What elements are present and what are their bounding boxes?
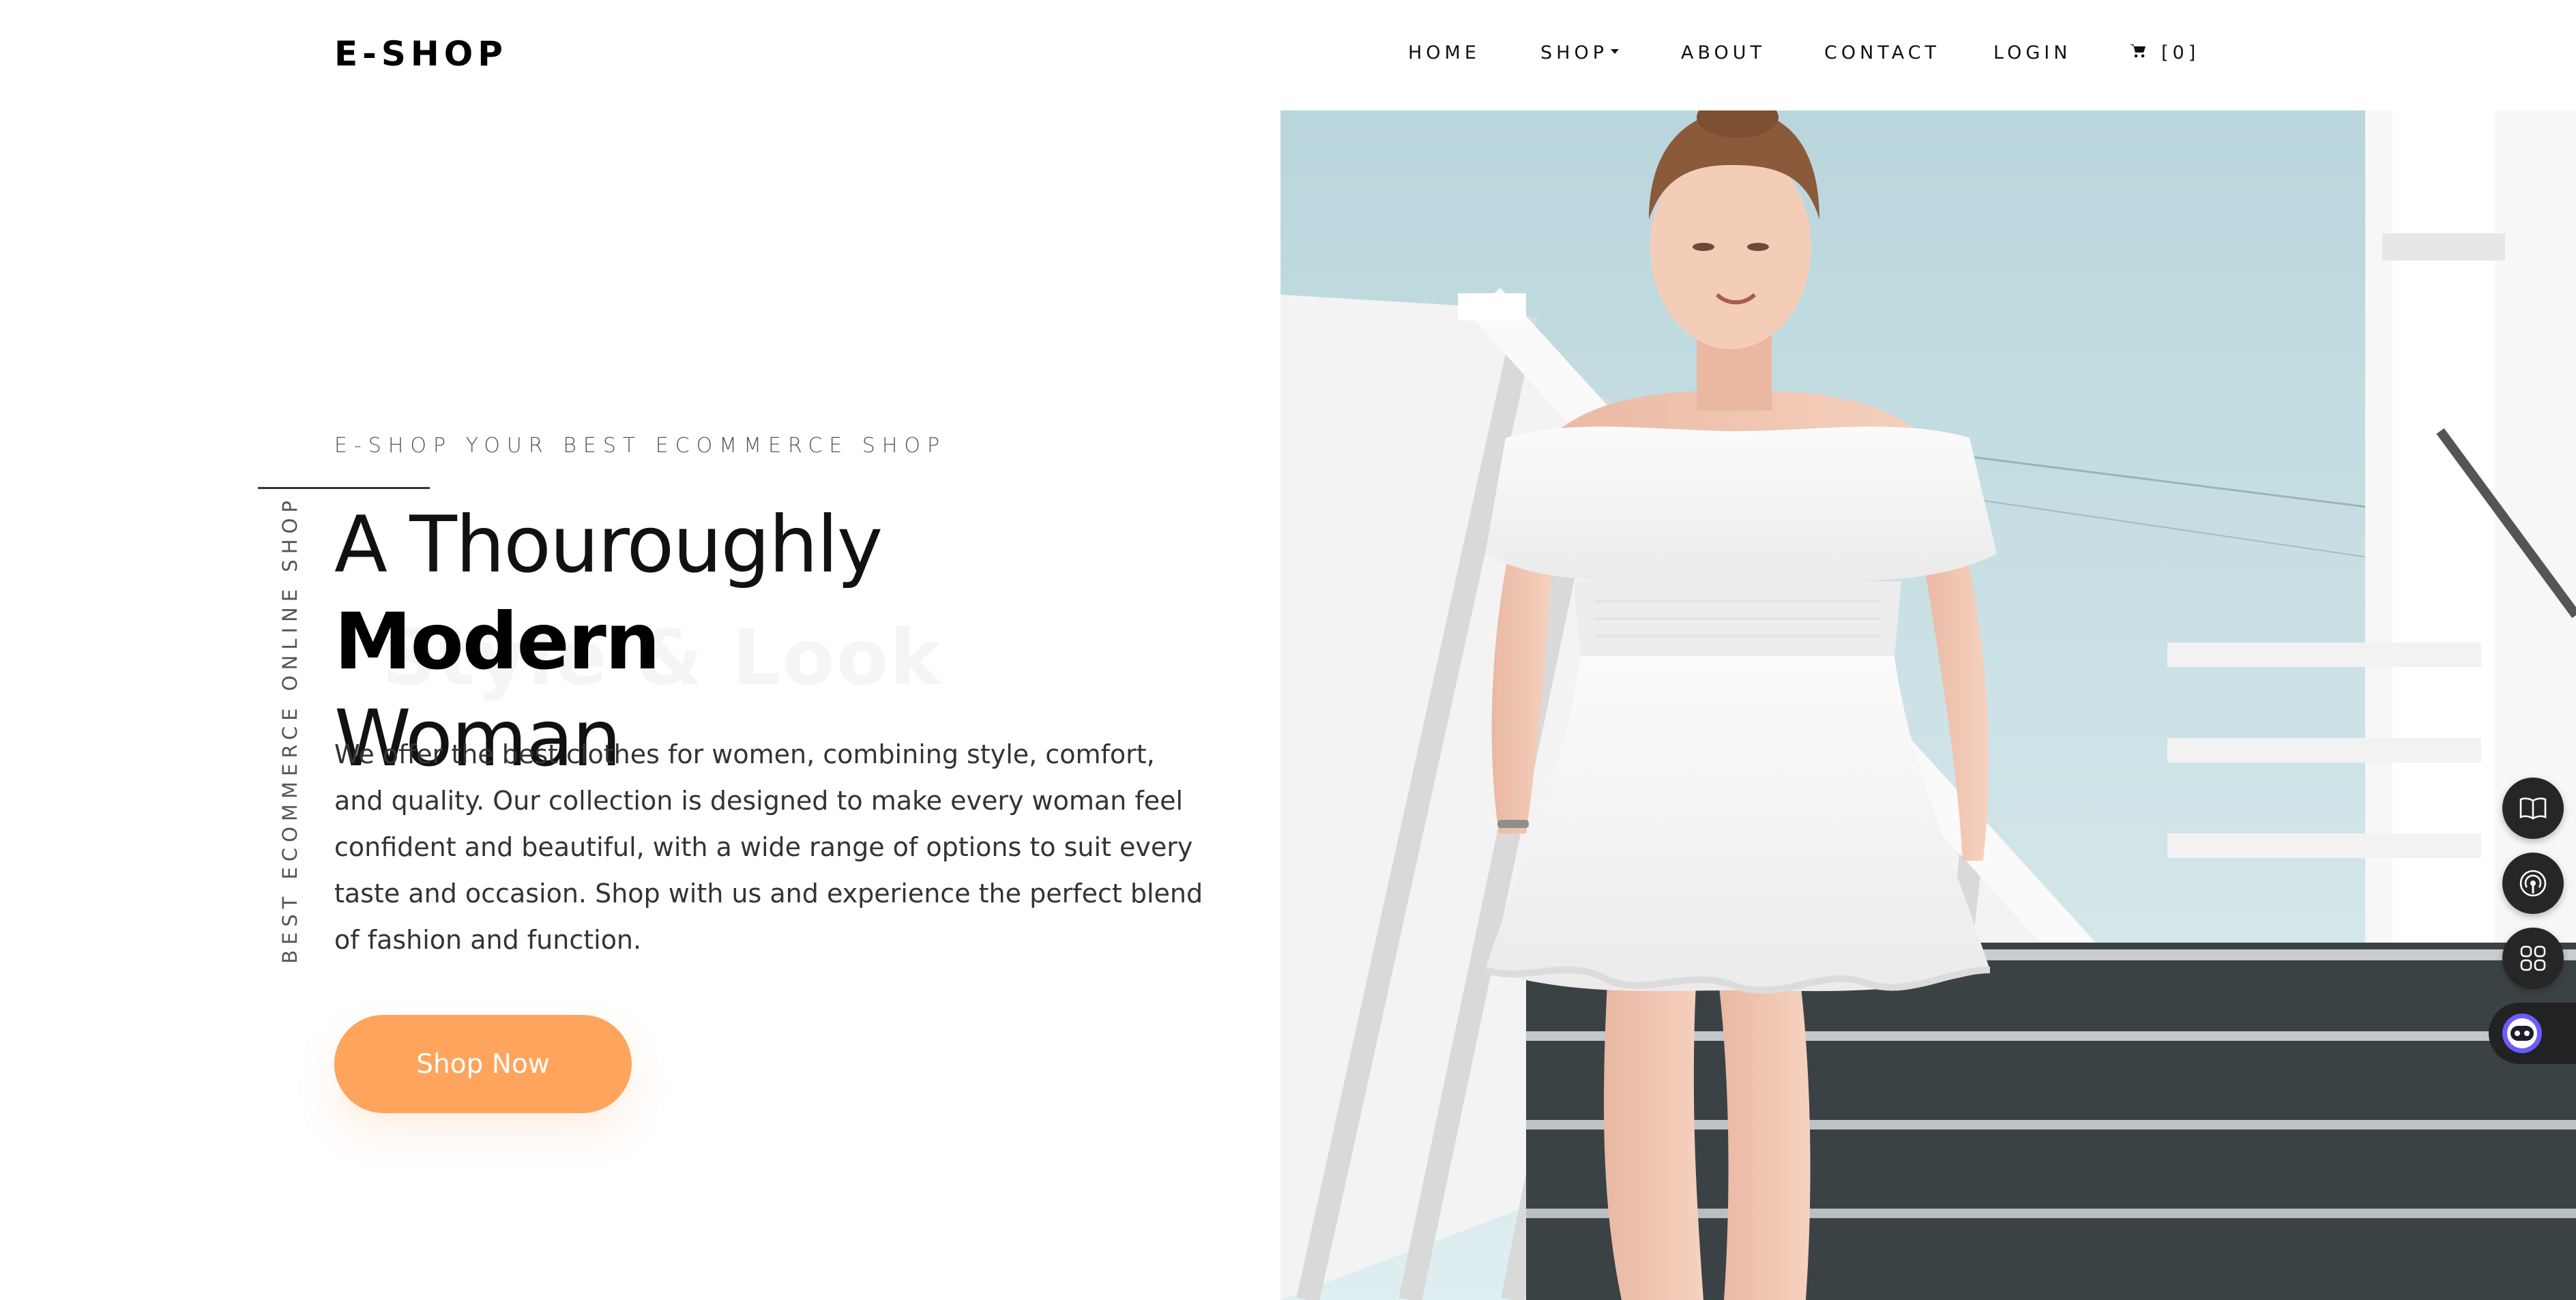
kicker-divider [258,487,430,489]
nav-home[interactable]: HOME [1408,42,1480,63]
nav-about[interactable]: ABOUT [1681,42,1766,63]
grid-icon [2520,945,2546,971]
hero-kicker: E-SHOP YOUR BEST ECOMMERCE SHOP [334,434,947,458]
headline-part1: A Thouroughly [334,499,883,590]
nav-contact[interactable]: CONTACT [1824,42,1940,63]
reader-button[interactable] [2502,778,2564,839]
shop-now-button[interactable]: Shop Now [334,1015,632,1113]
broadcast-button[interactable] [2502,853,2564,914]
vertical-tagline: BEST ECOMMERCE ONLINE SHOP [278,495,302,964]
cart-count: [0] [2161,42,2200,63]
book-icon [2519,797,2547,820]
headline-bold: Modern [334,596,660,687]
hero-image [1280,110,2576,1300]
cart-icon [2130,44,2146,57]
nav-cart[interactable]: [0] [2130,42,2199,63]
nav-login[interactable]: LOGIN [1993,42,2071,63]
nav-shop[interactable]: SHOP [1540,42,1619,63]
broadcast-icon [2519,870,2547,897]
assistant-icon [2502,1014,2542,1053]
assistant-button[interactable] [2489,1003,2576,1064]
apps-button[interactable] [2502,928,2564,989]
nav-shop-label: SHOP [1540,42,1608,63]
hero-description: We offer the best clothes for women, com… [334,739,1203,955]
site-logo[interactable]: E-SHOP [334,34,508,74]
caret-down-icon [1610,49,1619,54]
